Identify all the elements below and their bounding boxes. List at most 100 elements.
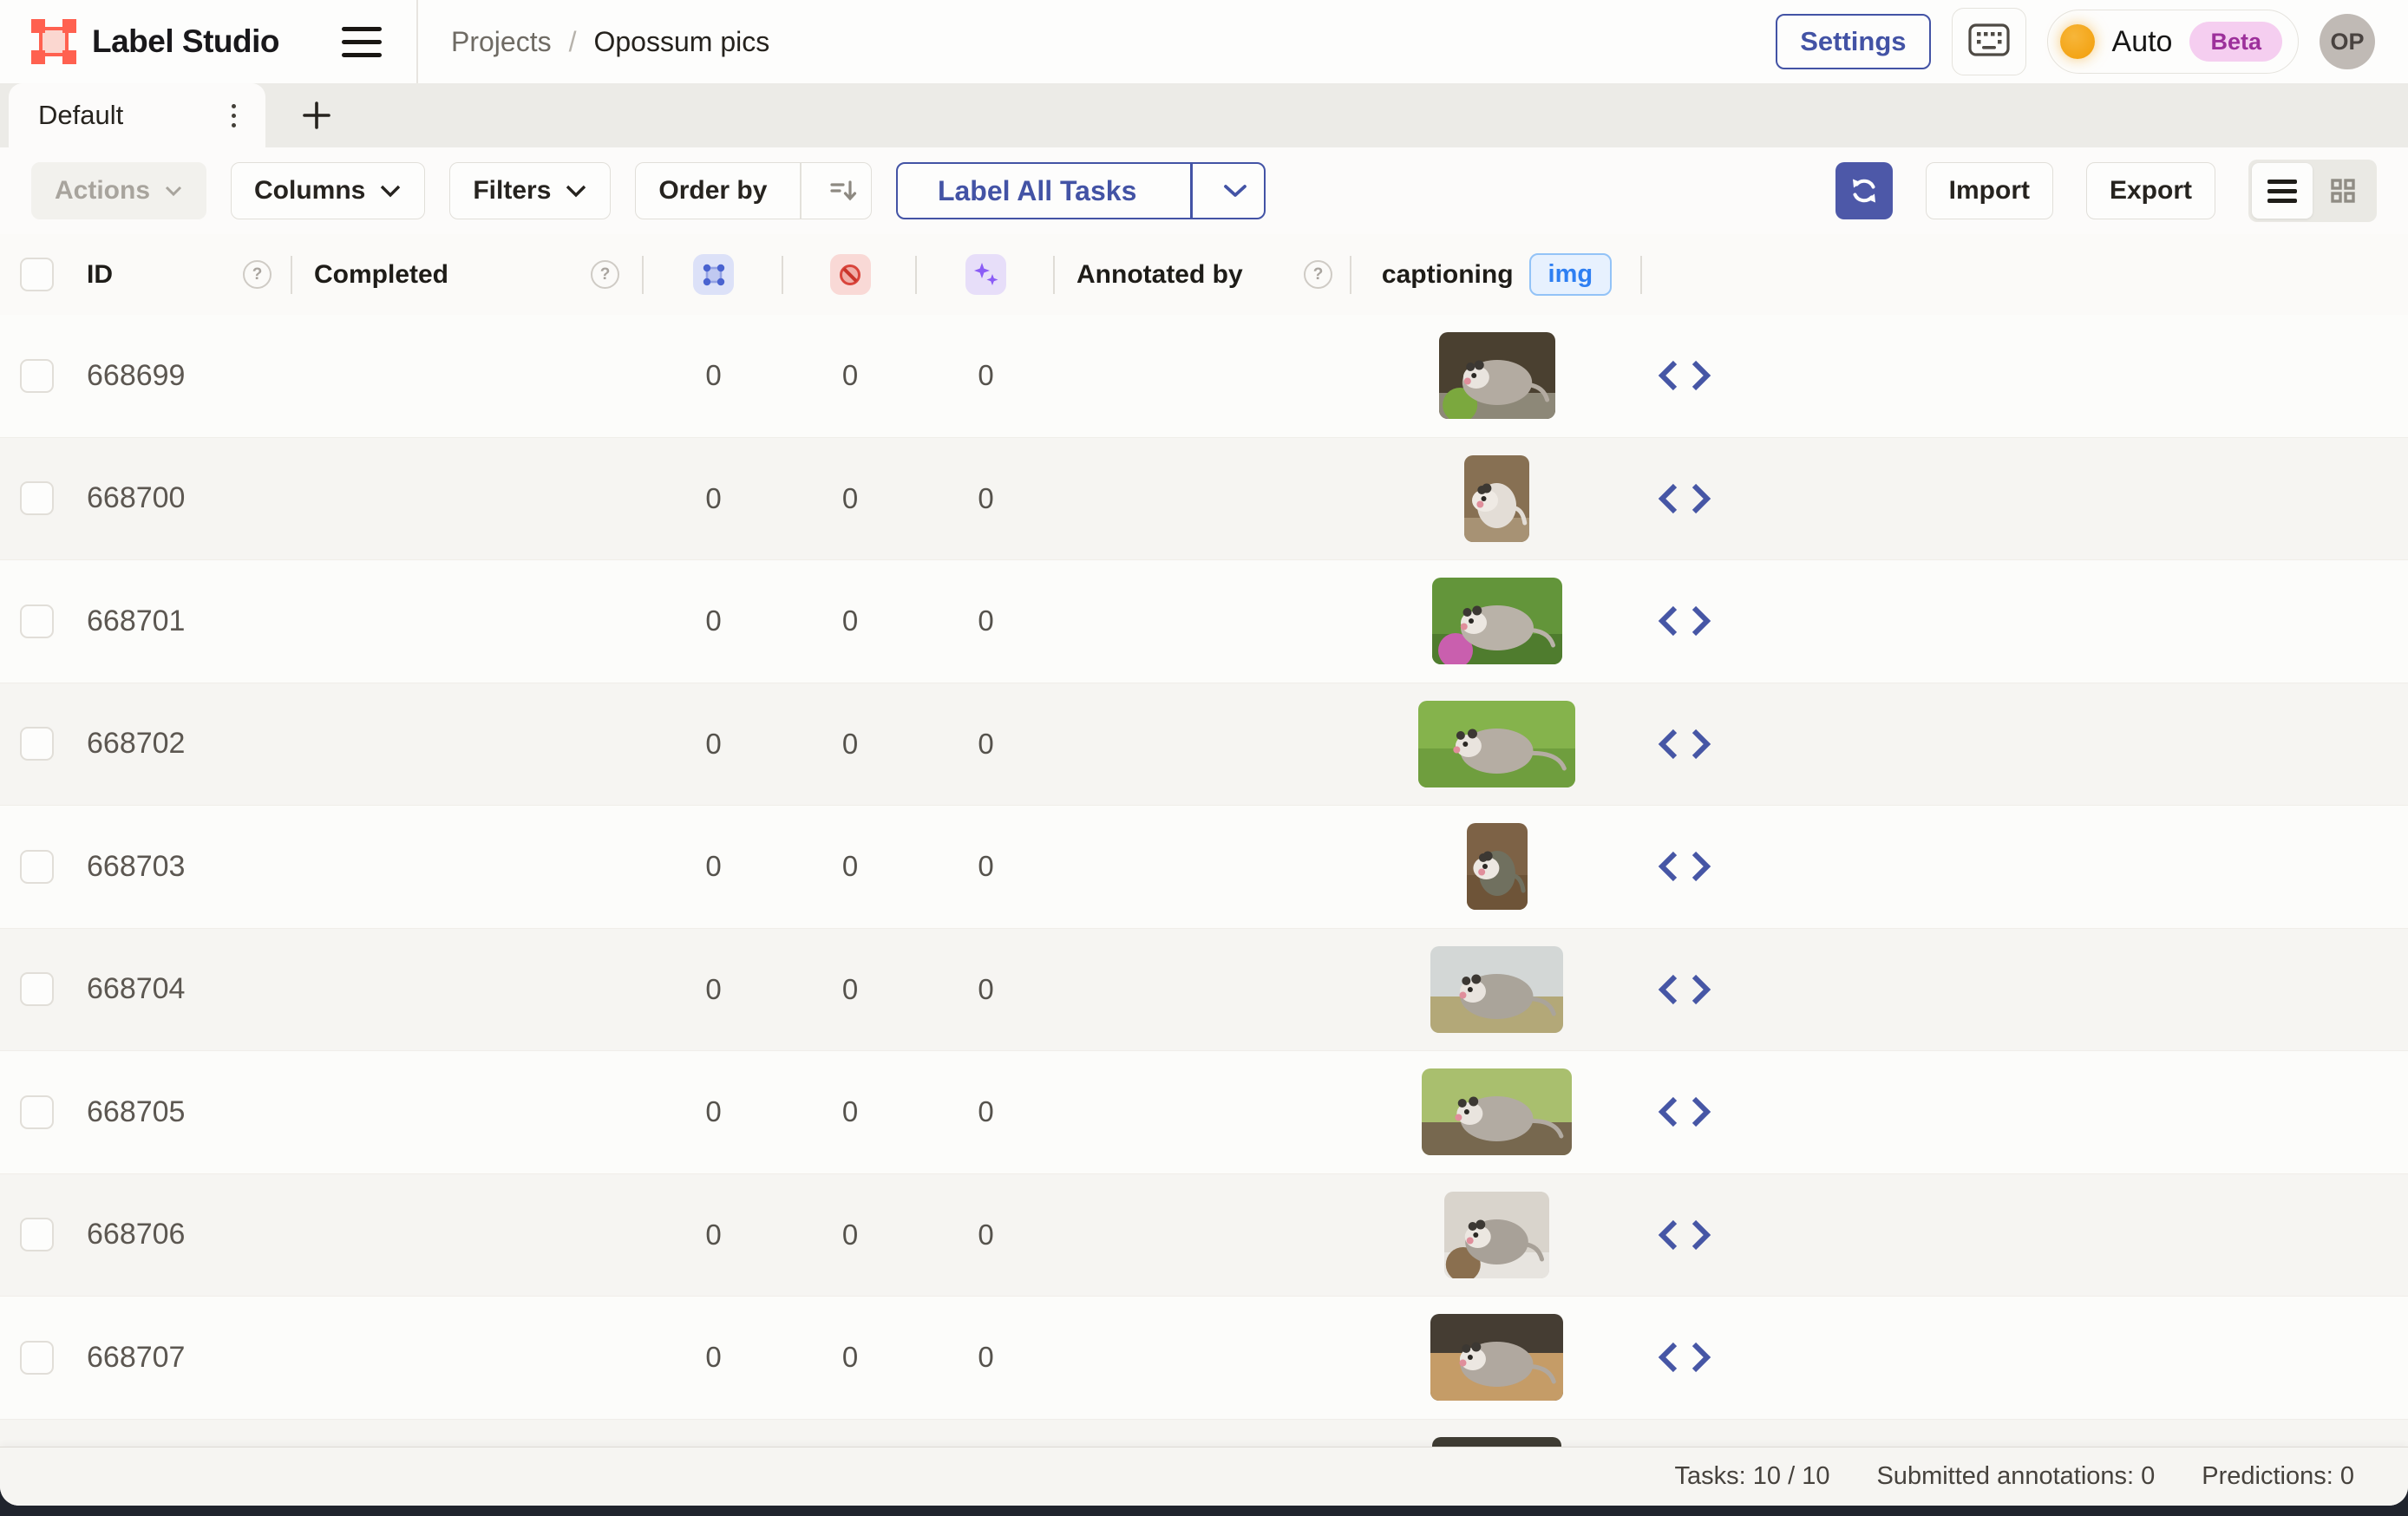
task-id: 668699 xyxy=(87,359,185,393)
cancelled-count: 0 xyxy=(842,850,858,883)
tab-options-kebab-icon[interactable] xyxy=(223,95,245,136)
annotated-by-cell xyxy=(1055,683,1351,806)
refresh-button[interactable] xyxy=(1835,162,1893,219)
beta-badge: Beta xyxy=(2189,22,2282,62)
predictions-count: 0 xyxy=(978,728,993,761)
predictions-count: Predictions: 0 xyxy=(2202,1462,2354,1491)
annotations-count: 0 xyxy=(705,1095,721,1128)
source-code-icon[interactable] xyxy=(1656,356,1713,395)
cancelled-count: 0 xyxy=(842,728,858,761)
table-row: 668702000 xyxy=(0,683,2408,806)
table-row: 668700000 xyxy=(0,437,2408,560)
completed-cell xyxy=(292,1174,644,1297)
order-by-button[interactable]: Order by xyxy=(635,162,872,219)
top-header: Label Studio Projects / Opossum pics Set… xyxy=(0,0,2408,84)
source-code-icon[interactable] xyxy=(1656,725,1713,763)
main-panel: Label Studio Projects / Opossum pics Set… xyxy=(0,0,2408,1506)
task-thumbnail[interactable] xyxy=(1464,455,1529,542)
order-by-label: Order by xyxy=(658,176,767,206)
label-all-tasks-dropdown[interactable] xyxy=(1207,164,1264,218)
actions-button[interactable]: Actions xyxy=(31,162,206,219)
row-checkbox[interactable] xyxy=(20,481,54,515)
task-thumbnail[interactable] xyxy=(1432,578,1562,664)
import-label: Import xyxy=(1949,176,2030,206)
source-code-icon[interactable] xyxy=(1656,970,1713,1009)
filters-button[interactable]: Filters xyxy=(449,162,611,219)
source-code-icon[interactable] xyxy=(1656,480,1713,518)
row-checkbox[interactable] xyxy=(20,1095,54,1129)
actions-label: Actions xyxy=(55,176,150,206)
task-thumbnail[interactable] xyxy=(1467,823,1528,910)
task-thumbnail[interactable] xyxy=(1439,332,1555,419)
grid-view-button[interactable] xyxy=(2313,163,2373,219)
cancelled-count: 0 xyxy=(842,482,858,515)
source-code-icon[interactable] xyxy=(1656,1216,1713,1254)
annotations-count: 0 xyxy=(705,973,721,1006)
keyboard-shortcuts-button[interactable] xyxy=(1952,8,2026,75)
cancelled-count: 0 xyxy=(842,1341,858,1374)
label-all-tasks-label: Label All Tasks xyxy=(898,164,1176,218)
task-thumbnail[interactable] xyxy=(1430,946,1563,1033)
completed-cell xyxy=(292,1297,644,1419)
table-row: 668699000 xyxy=(0,315,2408,437)
source-code-icon[interactable] xyxy=(1656,1338,1713,1376)
source-code-icon[interactable] xyxy=(1656,1093,1713,1131)
source-code-icon[interactable] xyxy=(1656,847,1713,885)
user-avatar[interactable]: OP xyxy=(2320,14,2375,69)
auto-mode-toggle[interactable]: Auto Beta xyxy=(2047,10,2299,74)
completed-cell xyxy=(292,683,644,806)
column-annotated-by-label[interactable]: Annotated by xyxy=(1076,260,1243,290)
annotations-count: 0 xyxy=(705,1341,721,1374)
settings-button[interactable]: Settings xyxy=(1776,14,1930,69)
chevron-down-icon xyxy=(565,184,587,198)
app-logo[interactable]: Label Studio xyxy=(31,19,279,64)
columns-button[interactable]: Columns xyxy=(231,162,425,219)
task-thumbnail[interactable] xyxy=(1422,1068,1572,1155)
export-button[interactable]: Export xyxy=(2086,162,2215,219)
row-checkbox[interactable] xyxy=(20,1218,54,1251)
label-all-tasks-button[interactable]: Label All Tasks xyxy=(896,162,1266,219)
source-code-icon[interactable] xyxy=(1656,602,1713,640)
row-checkbox[interactable] xyxy=(20,359,54,393)
hamburger-menu-icon[interactable] xyxy=(335,20,389,64)
task-thumbnail[interactable] xyxy=(1444,1192,1549,1278)
task-id: 668700 xyxy=(87,481,185,515)
column-captioning-label[interactable]: captioning xyxy=(1382,260,1514,290)
task-thumbnail[interactable] xyxy=(1430,1314,1563,1401)
predictions-count: 0 xyxy=(978,1341,993,1374)
status-bar: Tasks: 10 / 10 Submitted annotations: 0 … xyxy=(0,1447,2408,1506)
row-checkbox[interactable] xyxy=(20,727,54,761)
chevron-down-icon xyxy=(379,184,402,198)
predictions-column-header[interactable] xyxy=(965,254,1006,295)
tab-default[interactable]: Default xyxy=(9,83,265,147)
table-body: 6686990006687000006687010006687020006687… xyxy=(0,315,2408,1506)
completed-cell xyxy=(292,315,644,437)
id-help-icon[interactable]: ? xyxy=(243,260,272,289)
annotations-count: 0 xyxy=(705,604,721,637)
column-id-label[interactable]: ID xyxy=(87,260,113,290)
row-checkbox[interactable] xyxy=(20,604,54,638)
view-mode-toggle xyxy=(2248,160,2377,222)
annotations-column-header[interactable] xyxy=(693,254,734,295)
img-type-badge: img xyxy=(1529,253,1613,296)
task-thumbnail[interactable] xyxy=(1418,701,1575,787)
annotated-by-cell xyxy=(1055,929,1351,1051)
table-row: 668701000 xyxy=(0,559,2408,683)
add-tab-button[interactable] xyxy=(291,90,342,140)
row-checkbox[interactable] xyxy=(20,972,54,1006)
breadcrumb-projects-link[interactable]: Projects xyxy=(451,26,552,58)
tab-label: Default xyxy=(38,100,123,131)
view-tabs-bar: Default xyxy=(0,83,2408,147)
select-all-checkbox[interactable] xyxy=(20,258,54,291)
completed-help-icon[interactable]: ? xyxy=(591,260,619,289)
sparkles-icon xyxy=(972,261,1000,289)
import-button[interactable]: Import xyxy=(1926,162,2053,219)
breadcrumb: Projects / Opossum pics xyxy=(451,26,769,58)
cancelled-annotations-column-header[interactable] xyxy=(830,254,871,295)
chevron-down-icon xyxy=(164,185,183,197)
column-completed-label[interactable]: Completed xyxy=(314,260,448,290)
row-checkbox[interactable] xyxy=(20,850,54,884)
annotated-by-help-icon[interactable]: ? xyxy=(1304,260,1332,289)
list-view-button[interactable] xyxy=(2252,163,2313,219)
row-checkbox[interactable] xyxy=(20,1341,54,1375)
